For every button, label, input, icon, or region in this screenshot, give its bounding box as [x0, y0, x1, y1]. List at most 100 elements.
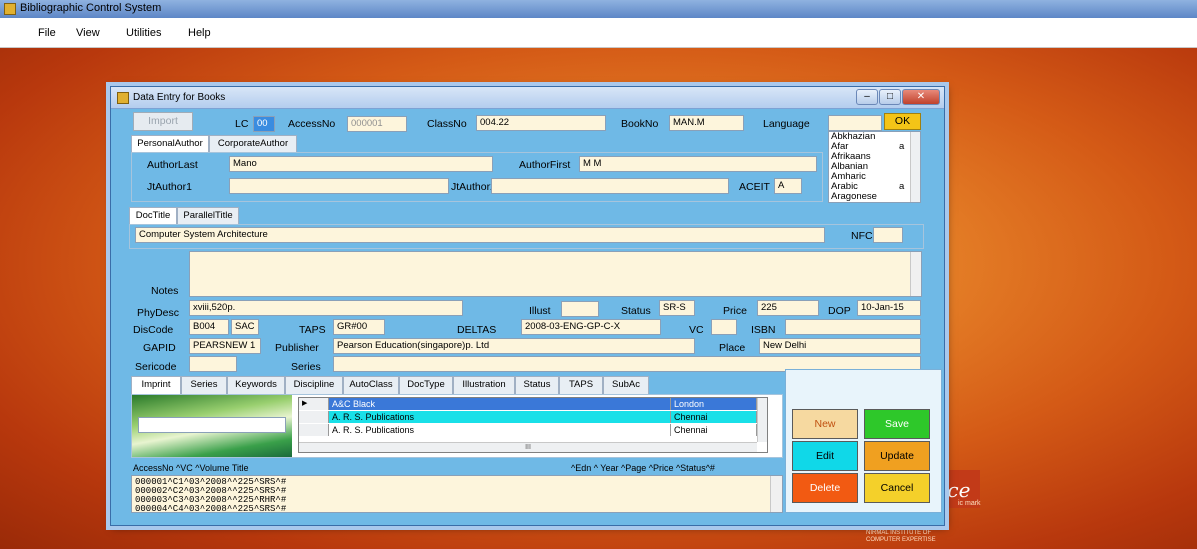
- watermark-tagline: ic mark: [958, 500, 981, 507]
- ok-button[interactable]: OK: [884, 113, 921, 130]
- update-button[interactable]: Update: [864, 441, 930, 471]
- taps-label: TAPS: [299, 324, 326, 336]
- bookno-field[interactable]: MAN.M: [669, 115, 744, 131]
- place-cell: Chennai: [671, 424, 757, 436]
- table-row[interactable]: ▶ A&C Black London: [299, 398, 757, 410]
- app-icon: [4, 3, 16, 15]
- aceit-field[interactable]: A: [774, 178, 802, 194]
- accessno-field[interactable]: 000001: [347, 116, 407, 132]
- authorlast-label: AuthorLast: [147, 159, 198, 171]
- isbn-field[interactable]: [785, 319, 921, 335]
- tab-keywords[interactable]: Keywords: [227, 376, 285, 395]
- discode-label: DisCode: [133, 324, 174, 336]
- tab-autoclass[interactable]: AutoClass: [343, 376, 399, 395]
- place-label: Place: [719, 342, 746, 354]
- grid-hscroll[interactable]: III: [299, 442, 757, 452]
- dop-field[interactable]: 10-Jan-15: [857, 300, 921, 316]
- table-row[interactable]: A. R. S. Publications Chennai: [299, 424, 757, 436]
- table-row[interactable]: A. R. S. Publications Chennai: [299, 411, 757, 423]
- menu-bar: File View Utilities Help: [0, 18, 1197, 48]
- tab-doctype[interactable]: DocType: [399, 376, 453, 395]
- publisher-field[interactable]: Pearson Education(singapore)p. Ltd: [333, 338, 695, 354]
- cancel-button[interactable]: Cancel: [864, 473, 930, 503]
- menu-utilities[interactable]: Utilities: [126, 27, 161, 39]
- publisher-cell: A. R. S. Publications: [329, 424, 671, 436]
- gapid-field[interactable]: PEARSNEW 1: [189, 338, 261, 354]
- tab-corporate-author[interactable]: CorporateAuthor: [209, 135, 297, 153]
- row-marker: [299, 424, 329, 436]
- place-field[interactable]: New Delhi: [759, 338, 921, 354]
- jtauthor1-field[interactable]: [229, 178, 449, 194]
- edit-button[interactable]: Edit: [792, 441, 858, 471]
- authorlast-field[interactable]: Mano: [229, 156, 493, 172]
- price-label: Price: [723, 305, 747, 317]
- authorfirst-label: AuthorFirst: [519, 159, 571, 171]
- jtauthor2-field[interactable]: [491, 178, 729, 194]
- minimize-button[interactable]: –: [856, 89, 878, 105]
- taps-field[interactable]: GR#00: [333, 319, 385, 335]
- sericode-field[interactable]: [189, 356, 237, 372]
- record-line: 000004^C4^03^2008^^225^SRS^#: [135, 504, 287, 513]
- tab-parallel-title[interactable]: ParallelTitle: [177, 207, 239, 225]
- language-list[interactable]: Abkhazian Afar a Afrikaans Albanian Amharic Ar…: [828, 131, 921, 203]
- menu-file[interactable]: File: [38, 27, 56, 39]
- status-field[interactable]: SR-S: [659, 300, 695, 316]
- lc-field[interactable]: 00: [253, 116, 275, 132]
- menu-help[interactable]: Help: [188, 27, 211, 39]
- notes-scrollbar[interactable]: [910, 252, 921, 296]
- deltas-label: DELTAS: [457, 324, 497, 336]
- tab-imprint[interactable]: Imprint: [131, 376, 181, 395]
- jtauthor2-label: JtAuthor2: [451, 181, 496, 193]
- grid-vscroll[interactable]: [757, 398, 767, 442]
- deltas-field[interactable]: 2008-03-ENG-GP-C-X: [521, 319, 661, 335]
- place-cell: London: [671, 398, 757, 410]
- language-scrollbar[interactable]: [910, 132, 920, 202]
- maximize-button[interactable]: □: [879, 89, 901, 105]
- publisher-cell: A. R. S. Publications: [329, 411, 671, 423]
- price-field[interactable]: 225: [757, 300, 819, 316]
- publisher-cell: A&C Black: [329, 398, 671, 410]
- data-entry-dialog: Data Entry for Books – □ ✕ Import LC 00 …: [110, 86, 945, 526]
- series-label: Series: [291, 361, 321, 373]
- tab-taps[interactable]: TAPS: [559, 376, 603, 395]
- tab-personal-author[interactable]: PersonalAuthor: [131, 135, 209, 153]
- records-header-right: ^Edn ^ Year ^Page ^Price ^Status^#: [571, 463, 715, 473]
- authorfirst-field[interactable]: M M: [579, 156, 817, 172]
- phydesc-field[interactable]: xviii,520p.: [189, 300, 463, 316]
- illust-label: Illust: [529, 305, 551, 317]
- tab-discipline[interactable]: Discipline: [285, 376, 343, 395]
- discode-field-2[interactable]: SAC: [231, 319, 259, 335]
- jtauthor1-label: JtAuthor1: [147, 181, 192, 193]
- records-scrollbar[interactable]: [770, 476, 782, 512]
- save-button[interactable]: Save: [864, 409, 930, 439]
- import-button[interactable]: Import: [133, 112, 193, 131]
- menu-view[interactable]: View: [76, 27, 100, 39]
- new-button[interactable]: New: [792, 409, 858, 439]
- gapid-label: GAPID: [143, 342, 176, 354]
- language-option[interactable]: Aragonese: [829, 192, 920, 202]
- imprint-search-field[interactable]: [138, 417, 286, 433]
- delete-button[interactable]: Delete: [792, 473, 858, 503]
- doctitle-field[interactable]: Computer System Architecture: [135, 227, 825, 243]
- records-list[interactable]: 000001^C1^03^2008^^225^SRS^# 000002^C2^03…: [131, 475, 783, 513]
- classno-field[interactable]: 004.22: [476, 115, 606, 131]
- tab-series[interactable]: Series: [181, 376, 227, 395]
- close-button[interactable]: ✕: [902, 89, 940, 105]
- dialog-title-bar: Data Entry for Books – □ ✕: [111, 87, 944, 109]
- accessno-label: AccessNo: [288, 118, 336, 130]
- status-label: Status: [621, 305, 651, 317]
- row-marker: ▶: [299, 398, 329, 410]
- notes-field[interactable]: [189, 251, 922, 297]
- illust-field[interactable]: [561, 301, 599, 317]
- tab-doctitle[interactable]: DocTitle: [129, 207, 177, 225]
- nfc-field[interactable]: [873, 227, 903, 243]
- tab-subac[interactable]: SubAc: [603, 376, 649, 395]
- language-field[interactable]: [828, 115, 882, 131]
- tab-status[interactable]: Status: [515, 376, 559, 395]
- vc-field[interactable]: [711, 319, 737, 335]
- discode-field[interactable]: B004: [189, 319, 229, 335]
- imprint-grid[interactable]: ▶ A&C Black London A. R. S. Publications Che…: [298, 397, 768, 453]
- dop-label: DOP: [828, 305, 851, 317]
- row-marker: [299, 411, 329, 423]
- tab-illustration[interactable]: Illustration: [453, 376, 515, 395]
